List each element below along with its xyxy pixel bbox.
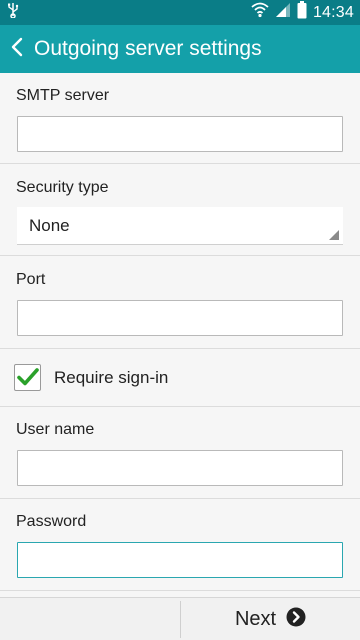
app-bar: Outgoing server settings xyxy=(0,25,360,73)
wifi-icon xyxy=(251,2,269,23)
bottom-action-bar: Next xyxy=(0,597,360,640)
usb-icon xyxy=(6,2,20,23)
security-type-select[interactable]: None xyxy=(17,207,343,245)
require-sign-in-row[interactable]: Require sign-in xyxy=(0,349,360,407)
require-sign-in-checkbox[interactable] xyxy=(14,364,41,391)
dropdown-corner-icon xyxy=(329,230,339,240)
next-button[interactable]: Next xyxy=(181,598,360,640)
require-sign-in-label: Require sign-in xyxy=(54,368,169,387)
status-right: 14:34 xyxy=(251,1,354,24)
smtp-server-input[interactable] xyxy=(17,116,343,152)
security-type-section: Security type None xyxy=(0,164,360,256)
password-section: Password xyxy=(0,499,360,591)
status-left xyxy=(6,2,20,23)
status-bar: 14:34 xyxy=(0,0,360,25)
next-label: Next xyxy=(234,608,277,630)
port-input[interactable] xyxy=(17,300,343,336)
smtp-server-label: SMTP server xyxy=(16,87,110,104)
port-label: Port xyxy=(16,271,46,288)
user-name-input[interactable] xyxy=(17,450,343,486)
user-name-label: User name xyxy=(16,421,95,438)
security-type-value: None xyxy=(29,215,70,235)
port-section: Port xyxy=(0,256,360,349)
password-label: Password xyxy=(16,513,87,530)
security-type-label: Security type xyxy=(16,179,109,196)
status-time: 14:34 xyxy=(312,3,354,21)
chevron-left-icon xyxy=(10,37,24,62)
battery-icon xyxy=(297,1,307,24)
form-content: SMTP server Security type None Port Requ… xyxy=(0,73,360,597)
smtp-server-section: SMTP server xyxy=(0,73,360,164)
password-input[interactable] xyxy=(17,542,343,578)
arrow-circle-right-icon xyxy=(286,607,306,632)
user-name-section: User name xyxy=(0,407,360,499)
signal-icon xyxy=(275,2,291,23)
back-button[interactable] xyxy=(2,25,32,73)
page-title: Outgoing server settings xyxy=(34,37,262,60)
